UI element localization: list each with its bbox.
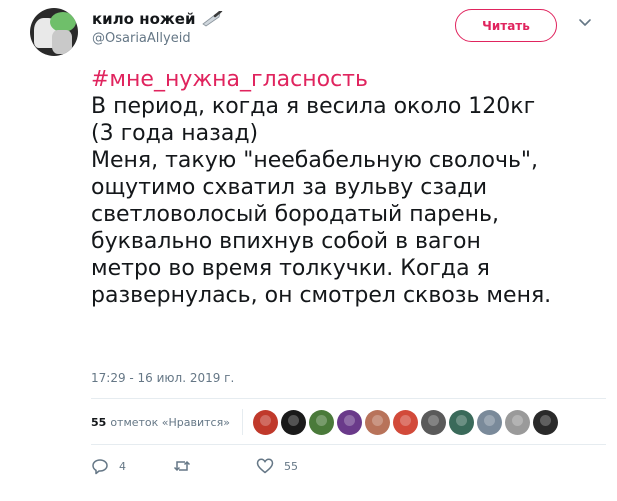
divider <box>241 409 243 435</box>
like-button[interactable]: 55 <box>256 457 298 475</box>
user-avatar[interactable] <box>30 8 78 56</box>
follow-button[interactable]: Читать <box>455 9 557 42</box>
liker-avatar[interactable] <box>532 409 558 435</box>
avatar-shape <box>52 30 72 54</box>
liker-avatars <box>252 409 561 435</box>
likes-label[interactable]: отметок «Нравится» <box>110 416 230 429</box>
display-name[interactable]: кило ножей <box>92 10 195 28</box>
tweet-line: В период, когда я весила около 120кг <box>91 94 536 119</box>
tweet-line: (3 года назад) <box>91 121 259 146</box>
liker-avatar[interactable] <box>364 409 390 435</box>
heart-icon <box>256 458 274 474</box>
retweet-button[interactable] <box>173 457 201 475</box>
knife-icon <box>202 11 223 27</box>
divider <box>91 398 606 399</box>
liker-avatar[interactable] <box>504 409 530 435</box>
reply-count: 4 <box>119 459 126 473</box>
tweet-line: светловолосый бородатый парень, <box>91 202 499 227</box>
liker-avatar[interactable] <box>392 409 418 435</box>
liker-avatar[interactable] <box>448 409 474 435</box>
liker-avatar[interactable] <box>336 409 362 435</box>
divider <box>91 444 606 445</box>
reply-icon <box>92 459 108 475</box>
likes-row: 55 отметок «Нравится» <box>91 405 561 439</box>
tweet-line: развернулась, он смотрел сквозь меня. <box>91 283 552 308</box>
tweet-line: буквально впихнув собой в вагон <box>91 229 481 254</box>
user-name-row[interactable]: кило ножей <box>92 8 223 30</box>
tweet-text: #мне_нужна_гласность В период, когда я в… <box>91 66 606 309</box>
chevron-down-icon[interactable] <box>578 18 592 28</box>
liker-avatar[interactable] <box>308 409 334 435</box>
tweet-line: Меня, такую "неебабельную сволочь", <box>91 148 539 173</box>
liker-avatar[interactable] <box>252 409 278 435</box>
reply-button[interactable]: 4 <box>91 457 126 475</box>
tweet-line: метро во время толкучки. Когда я <box>91 256 490 281</box>
hashtag-link[interactable]: #мне_нужна_гласность <box>91 66 606 93</box>
user-handle[interactable]: @OsariaAllyeid <box>92 31 191 46</box>
avatar-shape <box>50 12 76 32</box>
liker-avatar[interactable] <box>420 409 446 435</box>
liker-avatar[interactable] <box>476 409 502 435</box>
tweet-actions: 4 55 <box>91 457 411 477</box>
like-count: 55 <box>284 459 298 473</box>
liker-avatar[interactable] <box>280 409 306 435</box>
tweet-line: ощутимо схватил за вульву сзади <box>91 175 488 200</box>
tweet-timestamp[interactable]: 17:29 - 16 июл. 2019 г. <box>91 371 234 385</box>
likes-count[interactable]: 55 <box>91 416 106 429</box>
retweet-icon <box>173 460 191 472</box>
